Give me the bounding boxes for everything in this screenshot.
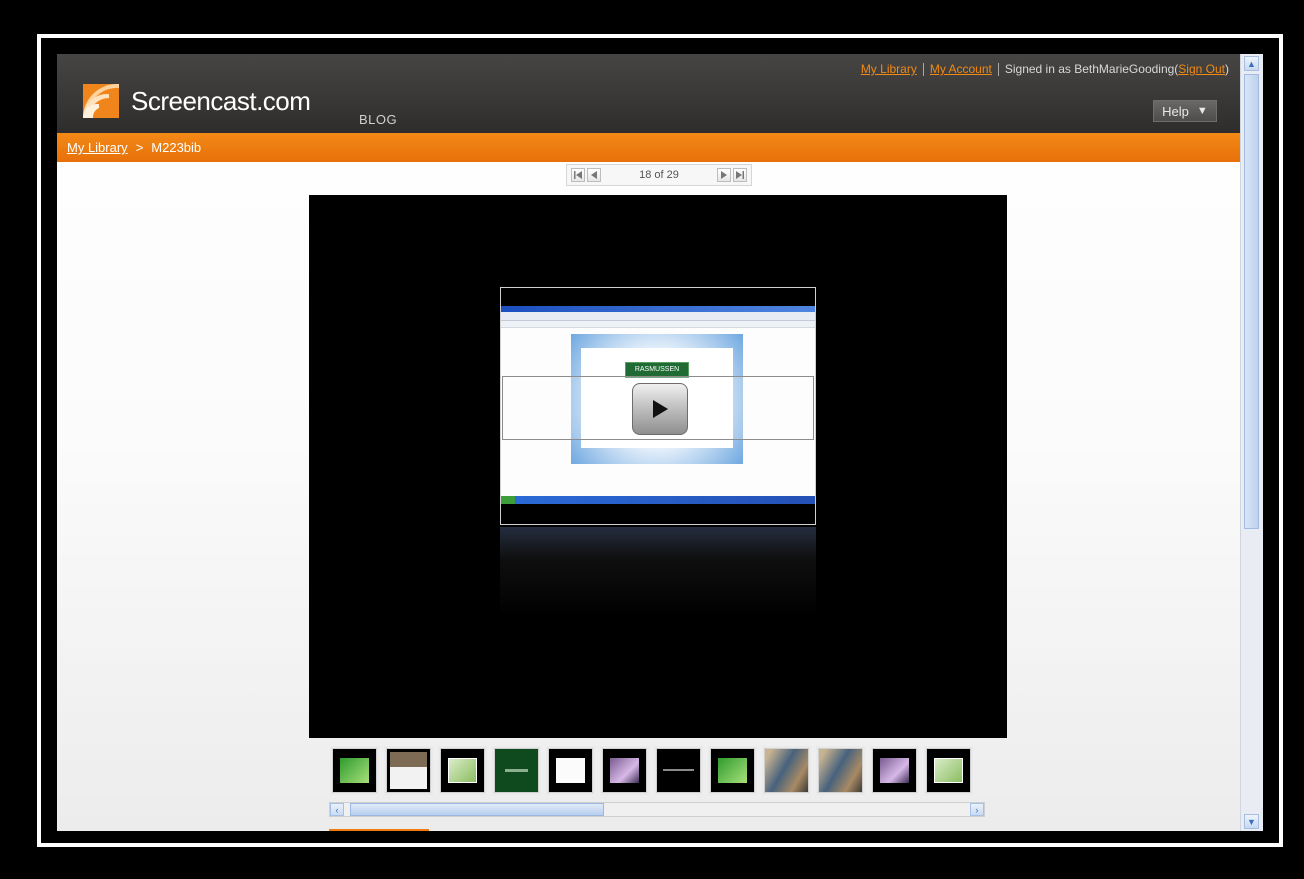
divider [997, 62, 999, 76]
sign-out-link[interactable]: Sign Out [1178, 62, 1225, 76]
thumbnail-image [390, 752, 427, 789]
thumbnail-image [448, 758, 477, 783]
account-links: My Library My Account Signed in as BethM… [861, 62, 1229, 76]
chevron-down-icon: ▼ [1196, 105, 1208, 117]
blog-link[interactable]: BLOG [359, 112, 397, 127]
thumbnail-9[interactable] [764, 748, 809, 793]
scroll-down-icon[interactable]: ▼ [1244, 814, 1259, 829]
page-count: 18 of 29 [639, 169, 679, 181]
breadcrumb-separator: > [135, 140, 144, 155]
site-logo[interactable]: Screencast.com [83, 84, 311, 118]
thumbnail-image [505, 769, 528, 772]
breadcrumb-my-library[interactable]: My Library [67, 140, 128, 155]
scrollbar-thumb[interactable] [1244, 74, 1259, 529]
play-icon [653, 400, 668, 418]
signed-in-label: Signed in as BethMarieGooding( [1004, 62, 1179, 76]
screencast-logo-icon [83, 84, 119, 118]
help-button[interactable]: Help ▼ [1153, 100, 1217, 122]
preview-reflection [500, 527, 816, 617]
video-preview[interactable]: RASMUSSEN [500, 287, 816, 525]
signed-in-suffix: ) [1225, 62, 1229, 76]
scroll-up-icon[interactable]: ▲ [1244, 56, 1259, 71]
thumbnail-12[interactable] [926, 748, 971, 793]
page-viewport: My Library My Account Signed in as BethM… [57, 54, 1241, 831]
scroll-right-icon[interactable]: › [970, 803, 984, 816]
thumbnail-image [340, 758, 369, 783]
thumbnail-image [934, 758, 963, 783]
my-library-link[interactable]: My Library [861, 62, 917, 76]
thumbnail-3[interactable] [440, 748, 485, 793]
thumbnail-image [765, 749, 808, 792]
thumbnail-image [819, 749, 862, 792]
my-account-link[interactable]: My Account [930, 62, 992, 76]
thumbnail-image [718, 758, 747, 783]
previous-page-icon[interactable] [587, 168, 601, 182]
divider [922, 62, 924, 76]
thumbnail-5[interactable] [548, 748, 593, 793]
last-page-icon[interactable] [732, 168, 747, 182]
thumbnail-8[interactable] [710, 748, 755, 793]
thumbnail-image [880, 758, 909, 783]
thumbnail-image [663, 769, 694, 771]
thumbnail-10[interactable] [818, 748, 863, 793]
browser-window: My Library My Account Signed in as BethM… [57, 54, 1263, 831]
thumbnail-1[interactable] [332, 748, 377, 793]
site-header: My Library My Account Signed in as BethM… [57, 54, 1241, 133]
thumbnail-strip [329, 748, 987, 800]
thumbnail-2[interactable] [386, 748, 431, 793]
first-page-icon[interactable] [571, 168, 585, 182]
media-player[interactable]: RASMUSSEN [309, 195, 1007, 738]
orange-tab[interactable] [329, 829, 429, 831]
screenshot-frame: My Library My Account Signed in as BethM… [37, 34, 1283, 847]
media-pager: 18 of 29 [566, 164, 752, 186]
help-label: Help [1162, 103, 1189, 119]
breadcrumb: My Library > M223bib [57, 133, 1241, 162]
thumbnail-11[interactable] [872, 748, 917, 793]
scrollbar-thumb[interactable] [350, 803, 604, 816]
scroll-left-icon[interactable]: ‹ [330, 803, 344, 816]
logo-text: Screencast.com [131, 85, 311, 116]
thumbnail-image [556, 758, 585, 783]
next-page-icon[interactable] [716, 168, 731, 182]
breadcrumb-current: M223bib [151, 140, 202, 155]
play-button[interactable] [632, 383, 688, 435]
thumbnail-6[interactable] [602, 748, 647, 793]
thumbnail-scrollbar[interactable]: ‹ › [329, 802, 985, 817]
thumbnail-7[interactable] [656, 748, 701, 793]
thumbnail-image [610, 758, 639, 783]
page-scrollbar[interactable]: ▲ ▼ [1240, 54, 1263, 831]
thumbnail-4[interactable] [494, 748, 539, 793]
